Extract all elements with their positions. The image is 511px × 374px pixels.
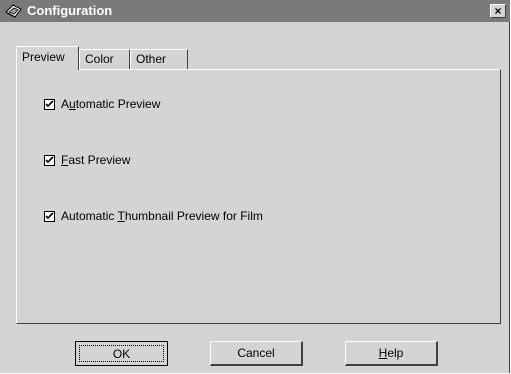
help-button[interactable]: Help — [345, 341, 438, 366]
tab-preview[interactable]: Preview — [16, 46, 79, 70]
fast-preview-checkbox[interactable] — [44, 154, 55, 166]
close-button[interactable]: × — [490, 4, 506, 18]
tab-color[interactable]: Color — [79, 49, 130, 69]
checkmark-icon — [45, 211, 54, 219]
thumbnail-preview-film-checkbox[interactable] — [44, 210, 55, 222]
automatic-preview-checkbox[interactable] — [44, 98, 55, 110]
title-bar[interactable]: Configuration × — [0, 0, 510, 22]
ok-button[interactable]: OK — [75, 341, 168, 366]
checkmark-icon — [45, 99, 54, 107]
help-label: elp — [387, 346, 404, 360]
ok-button-focus-rect: OK — [79, 345, 164, 362]
fast-preview-option[interactable]: Fast Preview — [44, 153, 130, 167]
cancel-button[interactable]: Cancel — [210, 341, 303, 366]
thumbnail-preview-film-label: Automatic Thumbnail Preview for Film — [61, 209, 263, 223]
fast-preview-label: Fast Preview — [61, 153, 131, 167]
close-icon: × — [494, 4, 502, 18]
automatic-preview-option[interactable]: Automatic Preview — [44, 97, 160, 111]
tab-other[interactable]: Other — [130, 49, 188, 69]
automatic-preview-label: Automatic Preview — [61, 97, 161, 111]
configuration-dialog: Configuration × Preview Color Other Auto… — [0, 0, 510, 373]
preview-tab-panel: Automatic Preview Fast Preview Automatic… — [16, 69, 501, 324]
window-title: Configuration — [27, 3, 113, 18]
checkmark-icon — [45, 155, 54, 163]
thumbnail-preview-film-option[interactable]: Automatic Thumbnail Preview for Film — [44, 209, 263, 223]
scanner-app-icon — [5, 3, 23, 19]
